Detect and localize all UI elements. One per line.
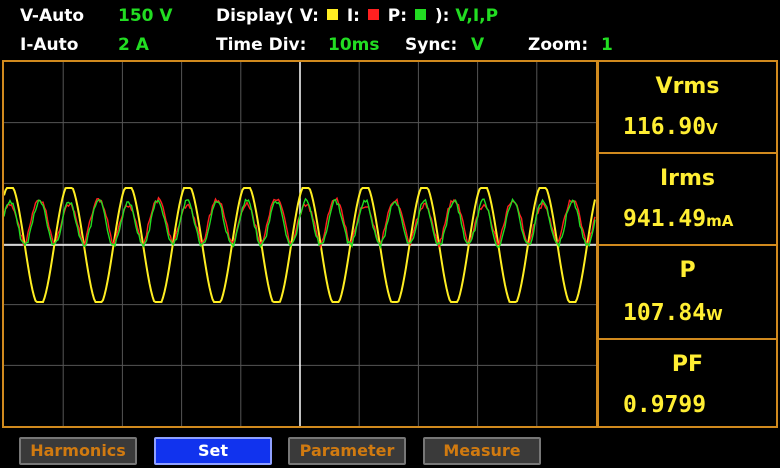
vrms-label: Vrms (655, 74, 720, 99)
power-number: 107.84 (623, 300, 707, 326)
time-div-value: 10ms (328, 35, 380, 55)
power-label: P (679, 258, 696, 283)
pf-box: PF 0.9799 (599, 340, 776, 426)
waveform-plot (4, 62, 596, 426)
irms-box: Irms 941.49mA (599, 154, 776, 246)
voltage-mode: V-Auto (20, 6, 85, 26)
current-range: 2 A (118, 35, 149, 55)
display-p-label: P: (387, 6, 408, 26)
measure-button[interactable]: Measure (423, 437, 541, 465)
display-i-label: I: (346, 6, 360, 26)
set-button[interactable]: Set (154, 437, 272, 465)
display-close: ): (434, 6, 450, 26)
irms-label: Irms (659, 166, 716, 191)
zoom-value: 1 (601, 35, 613, 55)
vrms-number: 116.90 (623, 114, 707, 140)
display-label: Display( V: (216, 6, 319, 26)
time-div-label: Time Div: (216, 35, 307, 55)
irms-unit: mA (706, 212, 734, 230)
measurement-panel: Vrms 116.90V Irms 941.49mA P 107.84W PF … (597, 60, 778, 428)
pf-value: 0.9799 (623, 392, 706, 418)
current-mode: I-Auto (20, 35, 79, 55)
display-value: V,I,P (455, 6, 499, 26)
irms-number: 941.49 (623, 206, 707, 232)
power-unit: W (706, 306, 723, 324)
power-box: P 107.84W (599, 246, 776, 340)
waveform-display (2, 60, 598, 428)
display-setting: Display( V: I: P: ): V,I,P (216, 6, 498, 26)
voltage-range: 150 V (118, 6, 173, 26)
voltage-color-swatch (326, 9, 338, 20)
power-color-swatch (414, 9, 426, 20)
power-value: 107.84W (623, 300, 723, 326)
sync-value: V (471, 35, 485, 55)
pf-label: PF (671, 352, 704, 377)
vrms-unit: V (706, 120, 718, 138)
irms-value: 941.49mA (623, 206, 733, 232)
parameter-button[interactable]: Parameter (288, 437, 406, 465)
vrms-value: 116.90V (623, 114, 718, 140)
harmonics-button[interactable]: Harmonics (19, 437, 137, 465)
vrms-box: Vrms 116.90V (599, 62, 776, 154)
sync-label: Sync: (405, 35, 458, 55)
pf-number: 0.9799 (623, 392, 707, 418)
current-color-swatch (367, 9, 379, 20)
zoom-label: Zoom: (528, 35, 589, 55)
